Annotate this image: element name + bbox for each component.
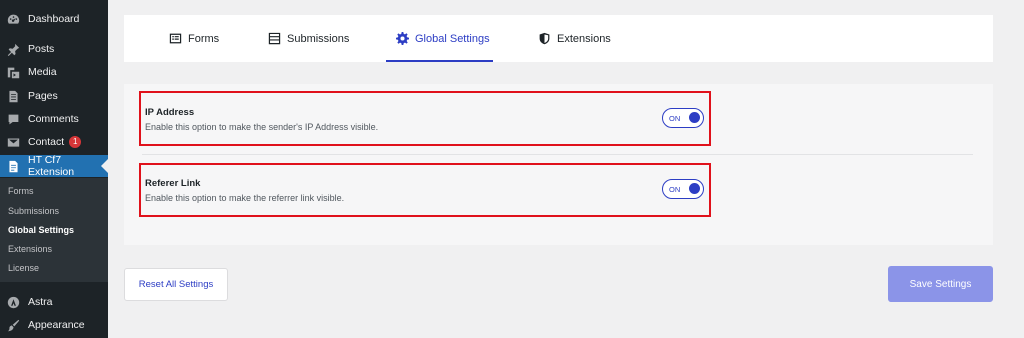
tab-extensions[interactable]: Extensions (538, 15, 611, 62)
sidebar-item-label: Astra (28, 296, 53, 308)
document-icon (7, 160, 20, 173)
shield-icon (538, 32, 551, 45)
sidebar-item-media[interactable]: Media (0, 61, 108, 83)
submenu-item-forms[interactable]: Forms (8, 186, 34, 196)
tab-bar: Forms Submissions Global Settings Extens… (124, 15, 993, 62)
sidebar-item-pages[interactable]: Pages (0, 85, 108, 107)
tab-label: Submissions (287, 32, 350, 45)
media-icon (7, 66, 20, 79)
comment-icon (7, 113, 20, 126)
table-icon (268, 32, 281, 45)
tab-forms[interactable]: Forms (169, 15, 219, 62)
sidebar-item-label: Appearance (28, 319, 85, 331)
tab-label: Extensions (557, 32, 611, 45)
sidebar-item-dashboard[interactable]: Dashboard (0, 8, 108, 30)
tab-label: Forms (188, 32, 220, 45)
sidebar-item-appearance[interactable]: Appearance (0, 314, 108, 336)
sidebar-item-label: Pages (28, 90, 58, 102)
sidebar-item-comments[interactable]: Comments (0, 108, 108, 130)
reset-all-settings-button[interactable]: Reset All Settings (124, 268, 228, 301)
pin-icon (7, 43, 20, 56)
submenu-item-submissions[interactable]: Submissions (8, 206, 59, 216)
sidebar-item-label: Posts (28, 43, 55, 55)
sidebar-item-label: Media (28, 66, 57, 78)
dashboard-icon (7, 13, 20, 26)
tab-label: Global Settings (415, 32, 490, 45)
sidebar-item-posts[interactable]: Posts (0, 38, 108, 60)
submenu-item-license[interactable]: License (8, 263, 39, 273)
gear-icon (396, 32, 409, 45)
sidebar-item-ht-cf7-extension[interactable]: HT Cf7 Extension (0, 154, 108, 178)
sidebar-item-contact[interactable]: Contact 1 (0, 131, 108, 153)
save-settings-button[interactable]: Save Settings (888, 266, 993, 302)
submenu-item-global-settings[interactable]: Global Settings (8, 225, 74, 235)
mail-icon (7, 136, 20, 149)
sidebar-item-label: Dashboard (28, 13, 80, 25)
highlight-box (139, 163, 711, 217)
tab-global-settings[interactable]: Global Settings (386, 15, 493, 62)
highlight-box (139, 91, 711, 146)
form-list-icon (169, 32, 182, 45)
notification-badge: 1 (69, 136, 82, 148)
submenu-item-extensions[interactable]: Extensions (8, 244, 52, 254)
sidebar-item-label: Comments (28, 113, 79, 125)
tab-submissions[interactable]: Submissions (268, 15, 349, 62)
sidebar-item-label: Contact (28, 136, 65, 148)
pages-icon (7, 90, 20, 103)
admin-sidebar: Dashboard Posts Media Pages Comments Con… (0, 0, 108, 338)
sidebar-item-astra[interactable]: Astra (0, 291, 108, 313)
brush-icon (7, 319, 20, 332)
sidebar-submenu: Forms Submissions Global Settings Extens… (0, 178, 108, 282)
sidebar-item-label: HT Cf7 Extension (28, 154, 75, 178)
astra-icon (7, 296, 20, 309)
